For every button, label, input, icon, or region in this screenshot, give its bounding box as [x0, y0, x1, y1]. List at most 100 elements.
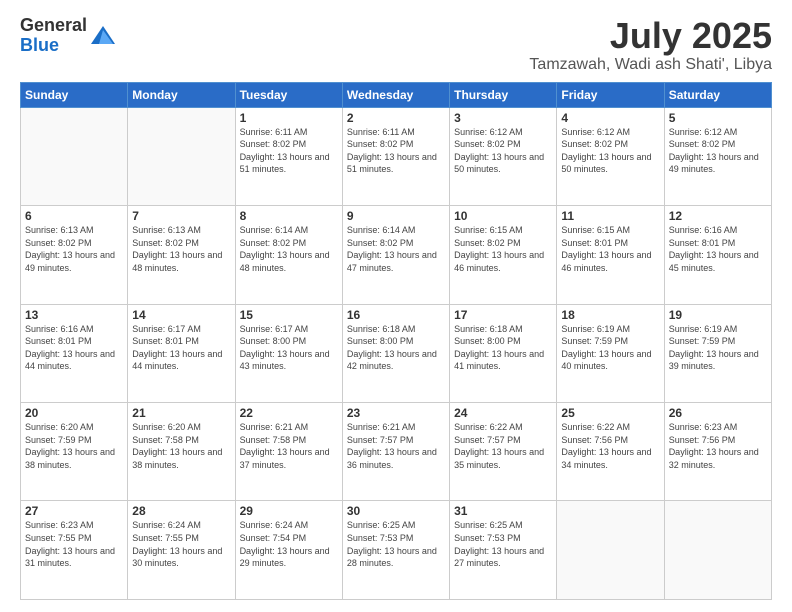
weekday-header-wednesday: Wednesday — [342, 82, 449, 107]
page: General Blue July 2025 Tamzawah, Wadi as… — [0, 0, 792, 612]
day-info: Sunrise: 6:25 AMSunset: 7:53 PMDaylight:… — [347, 519, 445, 569]
day-info: Sunrise: 6:25 AMSunset: 7:53 PMDaylight:… — [454, 519, 552, 569]
day-info: Sunrise: 6:12 AMSunset: 8:02 PMDaylight:… — [669, 126, 767, 176]
calendar-cell: 13Sunrise: 6:16 AMSunset: 8:01 PMDayligh… — [21, 304, 128, 402]
day-number: 14 — [132, 308, 230, 322]
calendar-cell: 15Sunrise: 6:17 AMSunset: 8:00 PMDayligh… — [235, 304, 342, 402]
calendar-cell: 11Sunrise: 6:15 AMSunset: 8:01 PMDayligh… — [557, 206, 664, 304]
calendar-cell — [21, 107, 128, 205]
calendar-cell: 12Sunrise: 6:16 AMSunset: 8:01 PMDayligh… — [664, 206, 771, 304]
week-row-3: 20Sunrise: 6:20 AMSunset: 7:59 PMDayligh… — [21, 403, 772, 501]
day-number: 23 — [347, 406, 445, 420]
day-info: Sunrise: 6:22 AMSunset: 7:57 PMDaylight:… — [454, 421, 552, 471]
day-info: Sunrise: 6:21 AMSunset: 7:57 PMDaylight:… — [347, 421, 445, 471]
calendar-cell: 23Sunrise: 6:21 AMSunset: 7:57 PMDayligh… — [342, 403, 449, 501]
calendar-cell — [128, 107, 235, 205]
day-info: Sunrise: 6:11 AMSunset: 8:02 PMDaylight:… — [240, 126, 338, 176]
day-info: Sunrise: 6:16 AMSunset: 8:01 PMDaylight:… — [25, 323, 123, 373]
logo-text: General Blue — [20, 16, 87, 56]
title-month: July 2025 — [529, 16, 772, 56]
day-info: Sunrise: 6:19 AMSunset: 7:59 PMDaylight:… — [561, 323, 659, 373]
day-info: Sunrise: 6:20 AMSunset: 7:59 PMDaylight:… — [25, 421, 123, 471]
day-number: 4 — [561, 111, 659, 125]
day-info: Sunrise: 6:20 AMSunset: 7:58 PMDaylight:… — [132, 421, 230, 471]
header: General Blue July 2025 Tamzawah, Wadi as… — [20, 16, 772, 74]
weekday-header-monday: Monday — [128, 82, 235, 107]
day-number: 26 — [669, 406, 767, 420]
day-info: Sunrise: 6:12 AMSunset: 8:02 PMDaylight:… — [454, 126, 552, 176]
day-info: Sunrise: 6:22 AMSunset: 7:56 PMDaylight:… — [561, 421, 659, 471]
calendar-cell: 28Sunrise: 6:24 AMSunset: 7:55 PMDayligh… — [128, 501, 235, 600]
logo-blue: Blue — [20, 36, 87, 56]
day-number: 2 — [347, 111, 445, 125]
weekday-header-saturday: Saturday — [664, 82, 771, 107]
calendar-cell: 31Sunrise: 6:25 AMSunset: 7:53 PMDayligh… — [450, 501, 557, 600]
week-row-4: 27Sunrise: 6:23 AMSunset: 7:55 PMDayligh… — [21, 501, 772, 600]
day-info: Sunrise: 6:21 AMSunset: 7:58 PMDaylight:… — [240, 421, 338, 471]
day-info: Sunrise: 6:14 AMSunset: 8:02 PMDaylight:… — [347, 224, 445, 274]
title-block: July 2025 Tamzawah, Wadi ash Shati', Lib… — [529, 16, 772, 74]
day-number: 7 — [132, 209, 230, 223]
day-info: Sunrise: 6:23 AMSunset: 7:55 PMDaylight:… — [25, 519, 123, 569]
day-info: Sunrise: 6:13 AMSunset: 8:02 PMDaylight:… — [132, 224, 230, 274]
day-info: Sunrise: 6:23 AMSunset: 7:56 PMDaylight:… — [669, 421, 767, 471]
calendar-cell: 6Sunrise: 6:13 AMSunset: 8:02 PMDaylight… — [21, 206, 128, 304]
logo-general: General — [20, 16, 87, 36]
day-number: 8 — [240, 209, 338, 223]
day-info: Sunrise: 6:17 AMSunset: 8:01 PMDaylight:… — [132, 323, 230, 373]
day-info: Sunrise: 6:14 AMSunset: 8:02 PMDaylight:… — [240, 224, 338, 274]
day-number: 1 — [240, 111, 338, 125]
day-number: 21 — [132, 406, 230, 420]
calendar-cell: 10Sunrise: 6:15 AMSunset: 8:02 PMDayligh… — [450, 206, 557, 304]
calendar-cell: 30Sunrise: 6:25 AMSunset: 7:53 PMDayligh… — [342, 501, 449, 600]
day-number: 6 — [25, 209, 123, 223]
day-number: 24 — [454, 406, 552, 420]
calendar-cell: 19Sunrise: 6:19 AMSunset: 7:59 PMDayligh… — [664, 304, 771, 402]
calendar-cell: 26Sunrise: 6:23 AMSunset: 7:56 PMDayligh… — [664, 403, 771, 501]
day-number: 25 — [561, 406, 659, 420]
day-number: 11 — [561, 209, 659, 223]
day-number: 12 — [669, 209, 767, 223]
calendar-cell: 16Sunrise: 6:18 AMSunset: 8:00 PMDayligh… — [342, 304, 449, 402]
day-number: 16 — [347, 308, 445, 322]
calendar-cell: 4Sunrise: 6:12 AMSunset: 8:02 PMDaylight… — [557, 107, 664, 205]
logo-icon — [89, 22, 117, 50]
day-info: Sunrise: 6:24 AMSunset: 7:55 PMDaylight:… — [132, 519, 230, 569]
day-number: 15 — [240, 308, 338, 322]
day-info: Sunrise: 6:12 AMSunset: 8:02 PMDaylight:… — [561, 126, 659, 176]
calendar-cell: 3Sunrise: 6:12 AMSunset: 8:02 PMDaylight… — [450, 107, 557, 205]
week-row-1: 6Sunrise: 6:13 AMSunset: 8:02 PMDaylight… — [21, 206, 772, 304]
calendar-cell: 2Sunrise: 6:11 AMSunset: 8:02 PMDaylight… — [342, 107, 449, 205]
logo: General Blue — [20, 16, 117, 56]
week-row-0: 1Sunrise: 6:11 AMSunset: 8:02 PMDaylight… — [21, 107, 772, 205]
day-number: 5 — [669, 111, 767, 125]
calendar-cell: 5Sunrise: 6:12 AMSunset: 8:02 PMDaylight… — [664, 107, 771, 205]
day-info: Sunrise: 6:17 AMSunset: 8:00 PMDaylight:… — [240, 323, 338, 373]
day-number: 9 — [347, 209, 445, 223]
day-info: Sunrise: 6:18 AMSunset: 8:00 PMDaylight:… — [454, 323, 552, 373]
calendar-cell: 29Sunrise: 6:24 AMSunset: 7:54 PMDayligh… — [235, 501, 342, 600]
calendar-cell — [557, 501, 664, 600]
calendar-cell: 18Sunrise: 6:19 AMSunset: 7:59 PMDayligh… — [557, 304, 664, 402]
weekday-header-tuesday: Tuesday — [235, 82, 342, 107]
calendar-cell: 22Sunrise: 6:21 AMSunset: 7:58 PMDayligh… — [235, 403, 342, 501]
day-info: Sunrise: 6:15 AMSunset: 8:01 PMDaylight:… — [561, 224, 659, 274]
day-number: 22 — [240, 406, 338, 420]
day-info: Sunrise: 6:19 AMSunset: 7:59 PMDaylight:… — [669, 323, 767, 373]
day-number: 13 — [25, 308, 123, 322]
day-info: Sunrise: 6:11 AMSunset: 8:02 PMDaylight:… — [347, 126, 445, 176]
day-info: Sunrise: 6:15 AMSunset: 8:02 PMDaylight:… — [454, 224, 552, 274]
calendar-cell — [664, 501, 771, 600]
calendar-table: SundayMondayTuesdayWednesdayThursdayFrid… — [20, 82, 772, 600]
day-number: 27 — [25, 504, 123, 518]
day-info: Sunrise: 6:13 AMSunset: 8:02 PMDaylight:… — [25, 224, 123, 274]
calendar-cell: 20Sunrise: 6:20 AMSunset: 7:59 PMDayligh… — [21, 403, 128, 501]
weekday-header-thursday: Thursday — [450, 82, 557, 107]
day-number: 31 — [454, 504, 552, 518]
day-number: 20 — [25, 406, 123, 420]
calendar-cell: 24Sunrise: 6:22 AMSunset: 7:57 PMDayligh… — [450, 403, 557, 501]
title-location: Tamzawah, Wadi ash Shati', Libya — [529, 56, 772, 74]
day-info: Sunrise: 6:18 AMSunset: 8:00 PMDaylight:… — [347, 323, 445, 373]
calendar-cell: 9Sunrise: 6:14 AMSunset: 8:02 PMDaylight… — [342, 206, 449, 304]
calendar-cell: 8Sunrise: 6:14 AMSunset: 8:02 PMDaylight… — [235, 206, 342, 304]
